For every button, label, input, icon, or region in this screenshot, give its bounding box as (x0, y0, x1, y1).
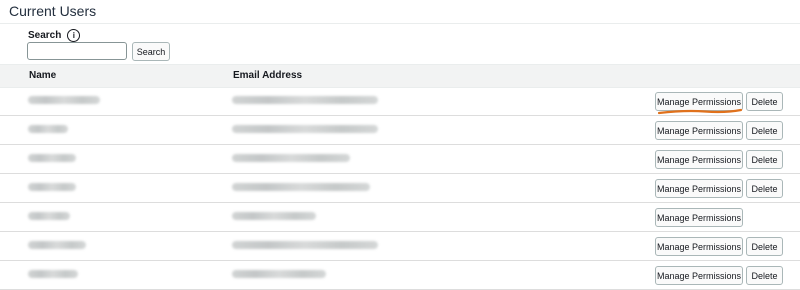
users-table-body: Manage Permissions Delete Manage Permiss… (0, 87, 800, 290)
table-row: Manage Permissions Delete (0, 116, 800, 145)
redacted-email (232, 183, 370, 191)
table-row: Manage Permissions Delete (0, 232, 800, 261)
table-row: Manage Permissions (0, 203, 800, 232)
page-title: Current Users (9, 3, 97, 19)
redacted-name (28, 183, 76, 191)
table-header: Name Email Address (0, 64, 800, 88)
column-header-name: Name (29, 70, 57, 81)
redacted-email (232, 270, 326, 278)
delete-button[interactable]: Delete (746, 237, 783, 256)
redacted-email (232, 241, 378, 249)
redacted-name (28, 96, 100, 104)
title-divider (0, 23, 800, 24)
delete-button[interactable]: Delete (746, 121, 783, 140)
redacted-name (28, 241, 86, 249)
annotation-underline (657, 108, 743, 115)
delete-button[interactable]: Delete (746, 179, 783, 198)
table-row: Manage Permissions Delete (0, 87, 800, 116)
table-row: Manage Permissions Delete (0, 261, 800, 290)
redacted-email (232, 154, 350, 162)
manage-permissions-button[interactable]: Manage Permissions (655, 150, 743, 169)
delete-button[interactable]: Delete (746, 92, 783, 111)
search-button[interactable]: Search (132, 42, 170, 61)
delete-button[interactable]: Delete (746, 266, 783, 285)
redacted-email (232, 212, 316, 220)
manage-permissions-button[interactable]: Manage Permissions (655, 121, 743, 140)
manage-permissions-button[interactable]: Manage Permissions (655, 208, 743, 227)
search-input[interactable] (27, 42, 127, 60)
redacted-name (28, 270, 78, 278)
info-icon[interactable]: i (67, 29, 81, 42)
redacted-name (28, 125, 68, 133)
search-label-text: Search (28, 30, 62, 41)
redacted-email (232, 125, 378, 133)
table-row: Manage Permissions Delete (0, 145, 800, 174)
column-header-email: Email Address (233, 70, 303, 81)
manage-permissions-button[interactable]: Manage Permissions (655, 266, 743, 285)
search-label: Search i (28, 29, 81, 42)
manage-permissions-button[interactable]: Manage Permissions (655, 179, 743, 198)
redacted-name (28, 212, 70, 220)
table-row: Manage Permissions Delete (0, 174, 800, 203)
redacted-email (232, 96, 378, 104)
redacted-name (28, 154, 76, 162)
delete-button[interactable]: Delete (746, 150, 783, 169)
manage-permissions-button[interactable]: Manage Permissions (655, 237, 743, 256)
